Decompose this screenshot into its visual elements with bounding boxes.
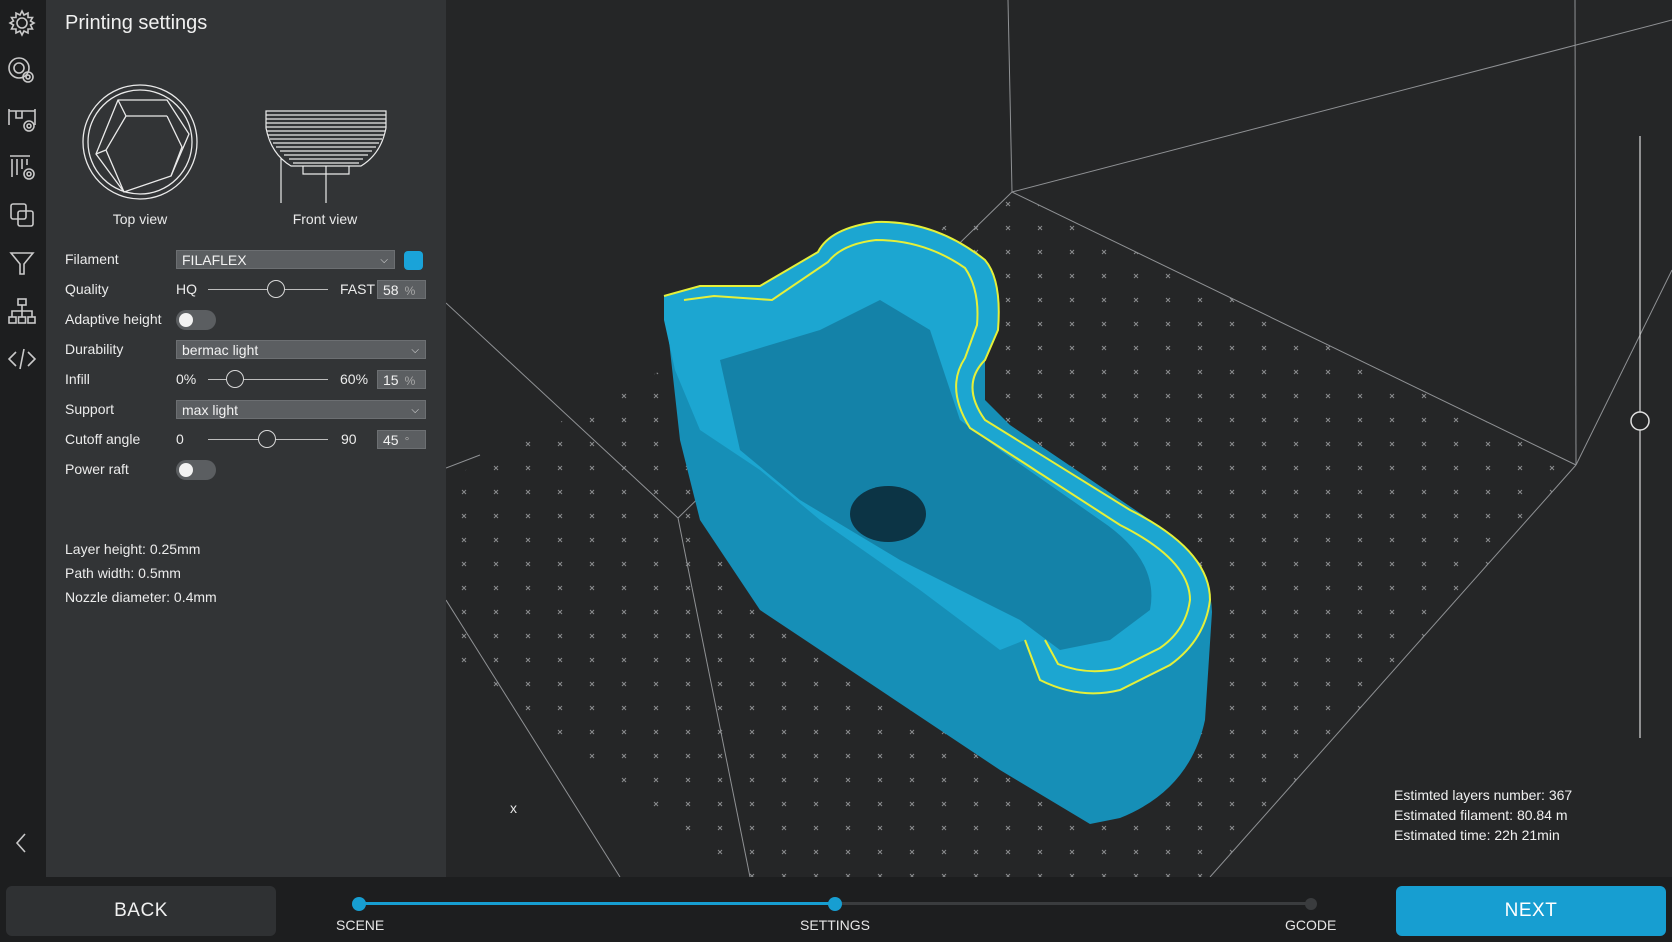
- step-label-settings[interactable]: SETTINGS: [800, 917, 870, 933]
- gear-icon[interactable]: [3, 4, 41, 42]
- code-icon[interactable]: [3, 340, 41, 378]
- layers-stat: Estimted layers number: 367: [1394, 787, 1573, 803]
- support-settings-icon[interactable]: [3, 148, 41, 186]
- copy-icon[interactable]: [3, 196, 41, 234]
- infill-value: 15: [383, 372, 399, 388]
- settings-panel: Printing settings Top view Front view Fi…: [46, 0, 446, 877]
- nozzle-diameter-info: Nozzle diameter: 0.4mm: [65, 589, 217, 605]
- filament-color-swatch[interactable]: [404, 251, 423, 270]
- top-view-label: Top view: [112, 211, 168, 227]
- toggle-knob: [179, 463, 193, 477]
- bottom-bar: BACK SCENE SETTINGS GCODE NEXT: [0, 877, 1672, 942]
- quality-label: Quality: [65, 281, 109, 297]
- chevron-down-icon: ⌵: [411, 345, 419, 356]
- durability-label: Durability: [65, 341, 124, 357]
- infill-label: Infill: [65, 371, 90, 387]
- path-width-info: Path width: 0.5mm: [65, 565, 181, 581]
- infill-slider-handle[interactable]: [226, 370, 244, 388]
- support-select[interactable]: max light ⌵: [176, 400, 426, 419]
- filter-icon[interactable]: [3, 244, 41, 282]
- cutoff-angle-label: Cutoff angle: [65, 431, 141, 447]
- cutoff-value-input[interactable]: 45 °: [377, 430, 426, 449]
- step-label-scene[interactable]: SCENE: [336, 917, 384, 933]
- quality-unit: %: [404, 284, 416, 298]
- cutoff-value: 45: [383, 432, 399, 448]
- cutoff-unit: °: [404, 434, 410, 448]
- step-dot-gcode[interactable]: [1305, 898, 1317, 910]
- quality-value-input[interactable]: 58%: [377, 280, 426, 299]
- step-dot-settings[interactable]: [828, 897, 842, 911]
- time-stat: Estimated time: 22h 21min: [1394, 827, 1560, 843]
- top-view-diagram: [82, 84, 198, 200]
- durability-value: bermac light: [182, 342, 259, 358]
- next-button[interactable]: NEXT: [1396, 886, 1666, 936]
- adaptive-height-toggle[interactable]: [176, 310, 216, 330]
- filament-value: FILAFLEX: [182, 252, 247, 268]
- print-settings-icon[interactable]: [3, 52, 41, 90]
- build-volume-scene[interactable]: x: [446, 0, 1672, 877]
- quality-max-label: FAST: [340, 281, 376, 297]
- power-raft-toggle[interactable]: [176, 460, 216, 480]
- durability-select[interactable]: bermac light ⌵: [176, 340, 426, 359]
- back-button[interactable]: BACK: [6, 886, 276, 936]
- front-view-label: Front view: [292, 211, 358, 227]
- infill-value-input[interactable]: 15%: [377, 370, 426, 389]
- cutoff-max-label: 90: [341, 431, 357, 447]
- power-raft-label: Power raft: [65, 461, 129, 477]
- support-value: max light: [182, 402, 239, 418]
- front-view-diagram: [265, 110, 387, 203]
- filament-stat: Estimated filament: 80.84 m: [1394, 807, 1568, 823]
- cutoff-min-label: 0: [176, 431, 184, 447]
- filament-label: Filament: [65, 251, 119, 267]
- sidebar-rail: [0, 0, 46, 877]
- 3d-viewport[interactable]: x: [446, 0, 1672, 877]
- step-dot-scene[interactable]: [352, 897, 366, 911]
- page-title: Printing settings: [65, 12, 208, 34]
- cutoff-slider-handle[interactable]: [258, 430, 276, 448]
- toggle-knob: [179, 313, 193, 327]
- x-axis-label: x: [510, 800, 517, 816]
- infill-min-label: 0%: [176, 371, 197, 387]
- filament-select[interactable]: FILAFLEX ⌵: [176, 250, 395, 269]
- quality-slider-handle[interactable]: [267, 280, 285, 298]
- progress-fill: [359, 902, 835, 905]
- quality-value: 58: [383, 282, 399, 298]
- quality-min-label: HQ: [176, 281, 197, 297]
- hierarchy-icon[interactable]: [3, 292, 41, 330]
- infill-max-label: 60%: [340, 371, 369, 387]
- support-label: Support: [65, 401, 115, 417]
- collapse-icon[interactable]: [3, 824, 41, 862]
- infill-unit: %: [404, 374, 416, 388]
- chevron-down-icon: ⌵: [411, 405, 419, 416]
- layer-slider-handle[interactable]: [1630, 411, 1650, 431]
- printer-settings-icon[interactable]: [3, 100, 41, 138]
- adaptive-height-label: Adaptive height: [65, 311, 162, 327]
- step-label-gcode[interactable]: GCODE: [1285, 917, 1336, 933]
- chevron-down-icon: ⌵: [380, 255, 388, 266]
- layer-height-info: Layer height: 0.25mm: [65, 541, 201, 557]
